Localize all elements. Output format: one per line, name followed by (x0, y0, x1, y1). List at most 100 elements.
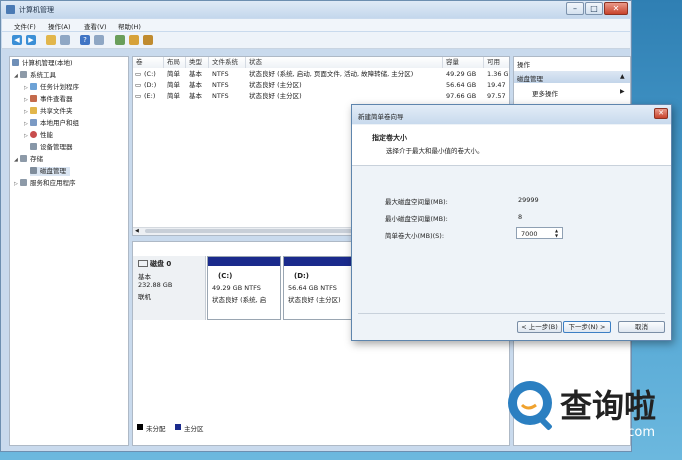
maximize-button[interactable]: □ (585, 2, 603, 15)
help-icon[interactable]: ? (80, 35, 90, 45)
disk-name: 磁盘 0 (150, 260, 172, 268)
column-header-volume[interactable]: 卷 (133, 57, 164, 68)
collapse-arrow-icon: ▷ (14, 181, 18, 187)
minimize-button[interactable]: – (566, 2, 584, 15)
column-header-free[interactable]: 可用 (484, 57, 509, 68)
next-button[interactable]: 下一步(N) > (563, 321, 611, 333)
legend-swatch-unallocated (137, 424, 143, 430)
drive-icon: ▭ (135, 92, 142, 100)
tree-item-local-users[interactable]: ▷ 本地用户和组 (24, 119, 79, 128)
folder-up-icon[interactable] (46, 35, 56, 45)
column-header-layout[interactable]: 布局 (164, 57, 186, 68)
forward-icon[interactable]: ▶ (26, 35, 36, 45)
actions-section-disk-management[interactable]: 磁盘管理 ▲ (514, 71, 630, 83)
tree-item-storage[interactable]: ◢ 存储 (14, 155, 43, 164)
tree-item-services-apps[interactable]: ▷ 服务和应用程序 (14, 179, 76, 188)
collapse-arrow-icon: ▷ (24, 85, 28, 91)
collapse-arrow-icon: ▲ (620, 73, 625, 80)
menu-action[interactable]: 操作(A) (48, 21, 71, 31)
scroll-left-icon[interactable]: ◀ (135, 228, 139, 234)
column-header-type[interactable]: 类型 (186, 57, 209, 68)
tree-item-system-tools[interactable]: ◢ 系统工具 (14, 71, 56, 80)
tree-item-disk-management[interactable]: 磁盘管理 (30, 167, 70, 176)
table-row[interactable]: ▭ (C:) 简单 基本 NTFS 状态良好 (系统, 启动, 页面文件, 活动… (133, 70, 509, 80)
partition-bar (284, 257, 356, 266)
tree-item-task-scheduler[interactable]: ▷ 任务计划程序 (24, 83, 79, 92)
toolbar: ◀ ▶ ? (2, 32, 630, 49)
device-manager-icon (30, 143, 37, 150)
legend-label-unallocated: 未分配 (146, 425, 166, 433)
menu-bar: 文件(F) 操作(A) 查看(V) 帮助(H) (2, 19, 630, 31)
expand-arrow-icon: ◢ (14, 157, 18, 163)
navigation-tree: 计算机管理(本地) ◢ 系统工具 ▷ 任务计划程序 ▷ 事件查看器 ▷ 共享文件夹 ▷ 本… (9, 56, 129, 446)
tree-item-device-manager[interactable]: 设备管理器 (30, 143, 73, 152)
cancel-button[interactable]: 取消 (618, 321, 665, 333)
dialog-footer-divider (358, 313, 665, 314)
back-button[interactable]: < 上一步(B) (517, 321, 562, 333)
tree-item-shared-folders[interactable]: ▷ 共享文件夹 (24, 107, 73, 116)
watermark-brand: 查询啦 (560, 387, 657, 425)
export-icon[interactable] (115, 35, 125, 45)
legend-swatch-primary (175, 424, 181, 430)
clock-icon (30, 83, 37, 90)
more-actions-item[interactable]: 更多操作 ▶ (514, 87, 630, 98)
disk-size: 232.88 GB (138, 281, 173, 289)
close-button[interactable]: ✕ (604, 2, 628, 15)
tree-item-computer-management[interactable]: 计算机管理(本地) (12, 59, 73, 68)
collapse-arrow-icon: ▷ (24, 97, 28, 103)
column-header-status[interactable]: 状态 (246, 57, 443, 68)
min-space-value: 8 (518, 213, 523, 221)
window-title: 计算机管理 (19, 6, 54, 14)
menu-help[interactable]: 帮助(H) (118, 21, 141, 31)
disk-icon (30, 167, 37, 174)
users-icon (30, 119, 37, 126)
collapse-arrow-icon: ▷ (24, 133, 28, 139)
disk-type: 基本 (138, 273, 151, 281)
expand-arrow-icon: ◢ (14, 73, 18, 79)
column-header-filesystem[interactable]: 文件系统 (209, 57, 246, 68)
app-icon (6, 5, 15, 14)
magnifier-logo-icon (508, 381, 552, 430)
partition-d[interactable]: (D:) 56.64 GB NTFS 状态良好 (主分区) (283, 256, 357, 320)
volume-size-label: 简单卷大小(MB)(S): (385, 232, 445, 240)
legend: 未分配 主分区 (135, 422, 507, 434)
disk-status: 联机 (138, 293, 151, 301)
actions-header: 操作 (517, 61, 530, 69)
shared-folder-icon (30, 107, 37, 114)
new-simple-volume-wizard: 新建简单卷向导 ✕ 指定卷大小 选择介于最大和最小值的卷大小。 最大磁盘空间量(… (351, 104, 672, 341)
min-space-label: 最小磁盘空间量(MB): (385, 215, 448, 223)
dialog-title-bar[interactable]: 新建简单卷向导 ✕ (352, 105, 671, 124)
spinner-down-icon[interactable]: ▼ (555, 233, 558, 238)
dialog-close-button[interactable]: ✕ (654, 108, 668, 119)
watermark: 查询啦 chaxunla.com (502, 375, 682, 453)
partition-bar (208, 257, 280, 266)
storage-icon (20, 155, 27, 162)
services-icon (20, 179, 27, 186)
menu-view[interactable]: 查看(V) (84, 21, 107, 31)
menu-file[interactable]: 文件(F) (14, 21, 36, 31)
tree-item-performance[interactable]: ▷ 性能 (24, 131, 53, 140)
computer-icon (12, 59, 19, 66)
refresh-icon[interactable] (129, 35, 139, 45)
disk-icon (138, 260, 148, 267)
column-header-capacity[interactable]: 容量 (443, 57, 484, 68)
drive-icon: ▭ (135, 70, 142, 78)
table-row[interactable]: ▭ (E:) 简单 基本 NTFS 状态良好 (主分区) 97.66 GB 97… (133, 92, 509, 102)
dialog-title: 新建简单卷向导 (358, 113, 404, 121)
table-row[interactable]: ▭ (D:) 简单 基本 NTFS 状态良好 (主分区) 56.64 GB 19… (133, 81, 509, 91)
back-icon[interactable]: ◀ (12, 35, 22, 45)
show-tree-icon[interactable] (60, 35, 70, 45)
tree-item-event-viewer[interactable]: ▷ 事件查看器 (24, 95, 73, 104)
drive-icon: ▭ (135, 81, 142, 89)
max-space-value: 29999 (518, 196, 539, 204)
event-log-icon (30, 95, 37, 102)
partition-c[interactable]: (C:) 49.29 GB NTFS 状态良好 (系统, 启 (207, 256, 281, 320)
max-space-label: 最大磁盘空间量(MB): (385, 198, 448, 206)
legend-label-primary: 主分区 (184, 425, 204, 433)
settings-icon[interactable] (143, 35, 153, 45)
title-bar[interactable]: 计算机管理 – □ ✕ (1, 1, 631, 18)
properties-icon[interactable] (94, 35, 104, 45)
performance-icon (30, 131, 37, 138)
disk-info-panel[interactable]: 磁盘 0 基本 232.88 GB 联机 (133, 256, 206, 320)
volume-size-input[interactable]: 7000 ▲ ▼ (516, 227, 563, 239)
